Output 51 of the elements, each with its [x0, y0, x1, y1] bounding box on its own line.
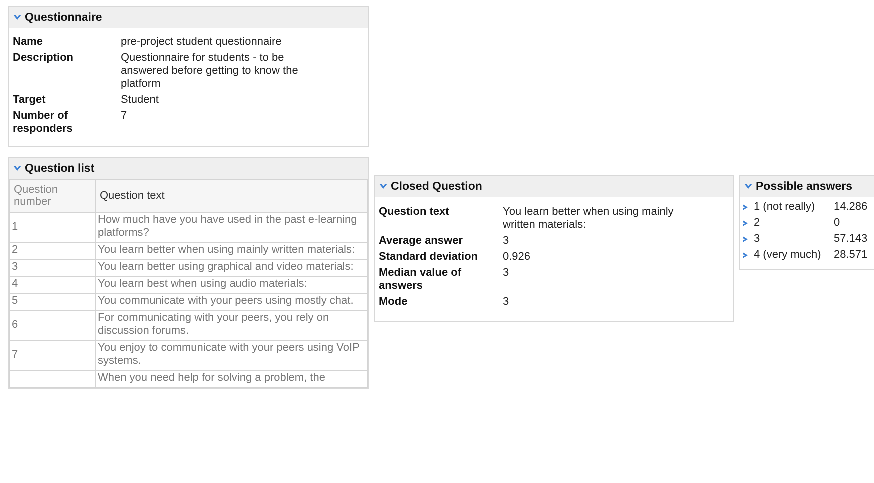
field-value: 3 — [503, 267, 510, 281]
field-label: Question text — [379, 206, 450, 220]
answer-percent: 57.143 — [834, 233, 868, 245]
chevron-down-icon[interactable] — [13, 14, 22, 21]
table-cell: 3 — [10, 260, 96, 276]
table-cell: 5 — [10, 294, 96, 310]
table-cell: 1 — [10, 212, 96, 242]
field-label: Number of responders — [13, 110, 74, 136]
field-label: Name — [13, 36, 44, 49]
chevron-down-icon[interactable] — [744, 183, 753, 190]
table-cell: You learn better when using mainly written materials: — [96, 242, 368, 260]
table-cell: 6 — [10, 310, 96, 340]
table-cell: For communicating with your peers, you rely on discussion forums. — [96, 310, 368, 340]
field-value: pre-project student questionnaire — [121, 36, 283, 49]
field-label: Mode — [379, 296, 409, 309]
field-value: 0.926 — [503, 251, 532, 264]
field-label: Standard deviation — [379, 251, 480, 264]
table-cell: You communicate with your peers using mostly chat. — [96, 294, 368, 310]
field-label: Description — [13, 52, 75, 66]
panel-title: Question list — [25, 162, 95, 174]
answer-label[interactable]: 3 — [754, 233, 834, 245]
field-value: 3 — [503, 235, 510, 248]
field-label: Target — [13, 94, 47, 107]
table-cell: How much have you have used in the past e-learning platforms? — [96, 212, 368, 242]
table-cell: When you need help for solving a problem, the — [96, 370, 368, 388]
chevron-down-icon[interactable] — [13, 165, 22, 172]
panel-title: Closed Question — [391, 180, 482, 192]
table-cell: 4 — [10, 276, 96, 294]
column-header: Question text — [96, 180, 368, 212]
column-header: Question number — [10, 180, 96, 212]
field-value: You learn better when using mainly written materials: — [503, 206, 675, 232]
table-cell: 2 — [10, 242, 96, 260]
table-cell: You enjoy to communicate with your peers using VoIP systems. — [96, 340, 368, 370]
field-value: Questionnaire for students - to be answered before getting to know the platform — [121, 52, 300, 91]
answer-percent: 28.571 — [834, 249, 868, 261]
field-label: Average answer — [379, 235, 464, 248]
answer-label[interactable]: 4 (very much) — [754, 249, 834, 261]
table-cell: You learn best when using audio materials: — [96, 276, 368, 294]
answer-label[interactable]: 1 (not really) — [754, 201, 834, 213]
table-cell: 7 — [10, 340, 96, 370]
chevron-down-icon[interactable] — [379, 183, 388, 190]
panel-title: Possible answers — [756, 180, 853, 192]
field-label: Median value of answers — [379, 267, 463, 293]
answer-label[interactable]: 2 — [754, 217, 834, 229]
panel-title: Questionnaire — [25, 12, 102, 24]
answer-percent: 14.286 — [834, 201, 868, 213]
answer-percent: 0 — [834, 217, 840, 229]
field-value: Student — [121, 94, 160, 107]
table-cell: You learn better using graphical and video materials: — [96, 260, 368, 276]
field-value: 7 — [121, 110, 128, 124]
field-value: 3 — [503, 296, 510, 309]
